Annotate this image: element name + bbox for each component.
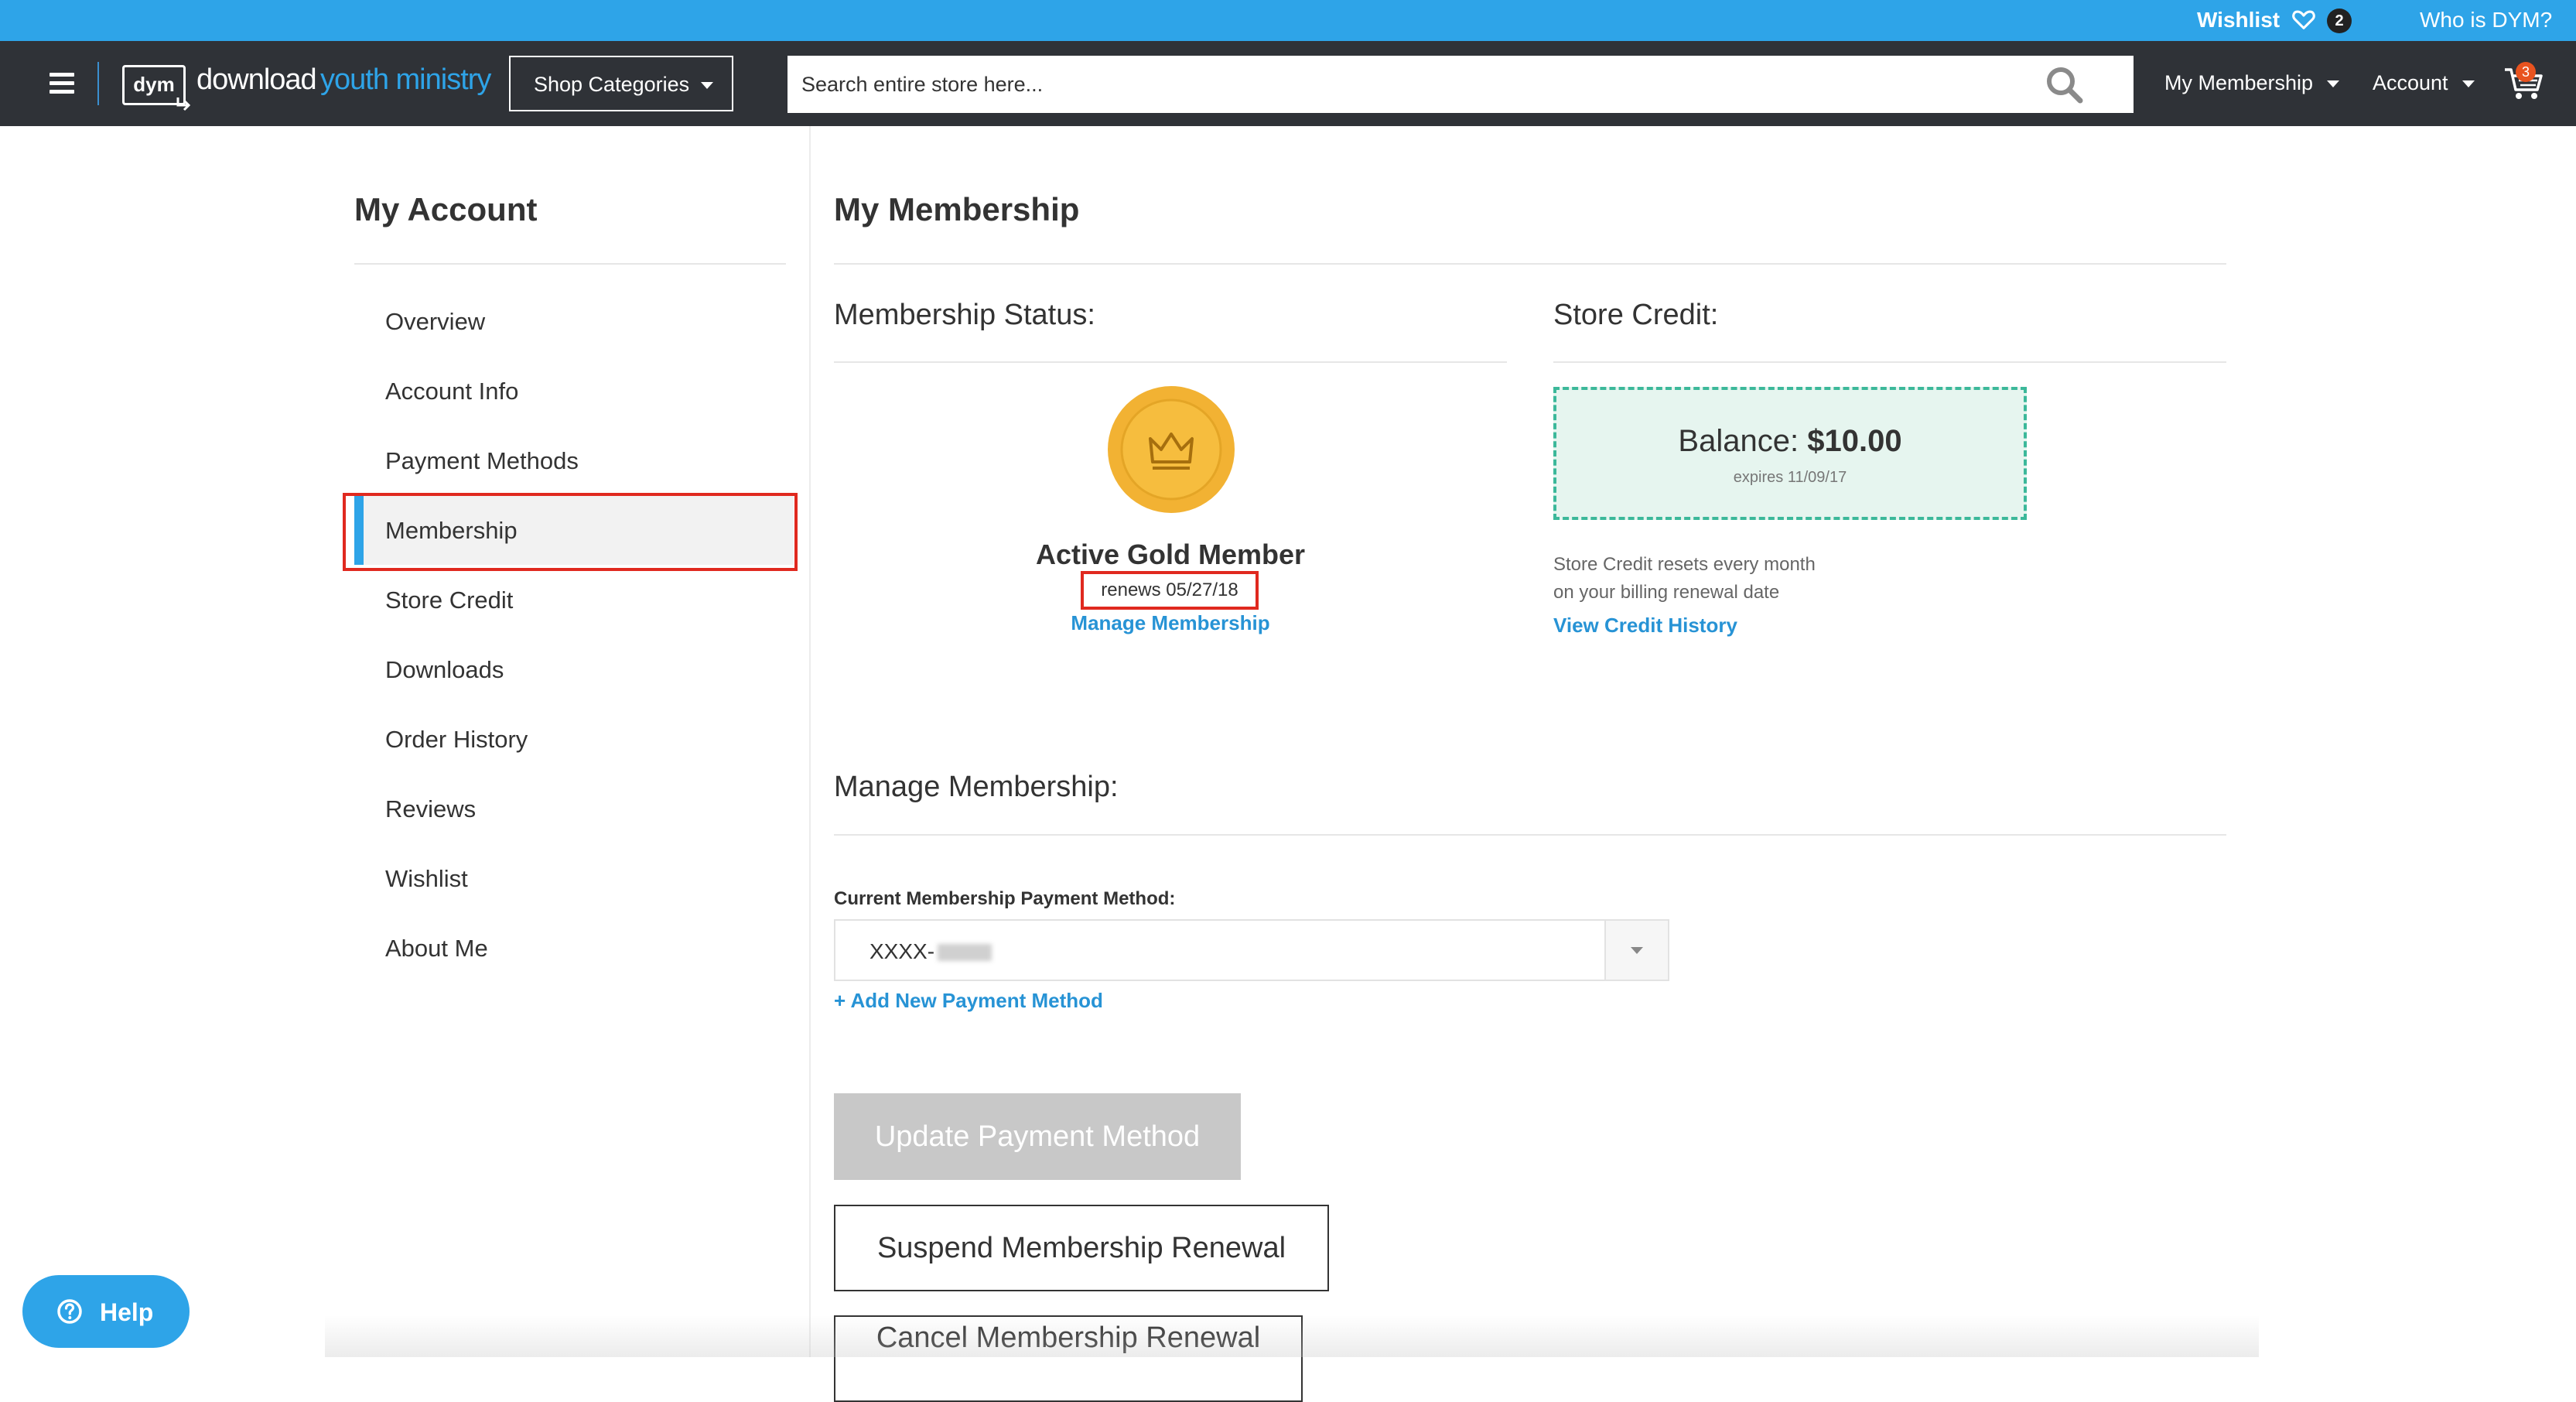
sidebar-item-label: Account Info [385,378,519,405]
shop-categories-button[interactable]: Shop Categories [509,56,733,111]
sidebar-item-label: Downloads [385,656,504,683]
manage-membership-heading: Manage Membership: [834,771,1119,803]
my-membership-label: My Membership [2164,71,2314,94]
help-button[interactable]: Help [22,1275,190,1348]
download-arrow-icon [176,97,191,111]
balance-line: Balance: $10.00 [1556,424,2024,459]
select-toggle[interactable] [1604,921,1668,980]
sidebar-item-overview[interactable]: Overview [354,286,794,356]
payment-method-value: XXXX- [869,939,935,963]
highlight-box-membership [343,493,798,571]
sidebar-item-label: About Me [385,935,488,962]
cart-count-badge: 3 [2516,62,2536,82]
wishlist-link[interactable]: Wishlist [2197,8,2280,32]
sidebar-item-label: Order History [385,726,528,753]
sidebar-item-payment-methods[interactable]: Payment Methods [354,426,794,495]
sidebar-item-about-me[interactable]: About Me [354,913,794,983]
chevron-down-icon [2462,80,2475,88]
shop-categories-label: Shop Categories [534,73,690,96]
sidebar-item-downloads[interactable]: Downloads [354,634,794,704]
sidebar-divider [354,263,786,265]
heart-icon[interactable] [2291,6,2317,32]
payment-method-select[interactable]: XXXX- [834,919,1669,981]
suspend-membership-renewal-button[interactable]: Suspend Membership Renewal [834,1205,1329,1291]
menu-icon[interactable] [50,73,74,94]
sidebar-item-store-credit[interactable]: Store Credit [354,565,794,634]
logo-text-download[interactable]: download [196,63,317,97]
renewal-date: renews 05/27/18 [1081,571,1259,610]
store-credit-heading: Store Credit: [1553,299,1719,331]
membership-status-heading: Membership Status: [834,299,1095,331]
add-payment-method-link[interactable]: + Add New Payment Method [834,989,1103,1013]
my-membership-menu[interactable]: My Membership [2164,71,2340,95]
question-icon [57,1299,82,1324]
chevron-down-icon [701,82,713,89]
membership-status-text: Active Gold Member [1035,539,1306,570]
credit-note-line1: Store Credit resets every month [1553,554,1816,575]
sidebar-title: My Account [354,191,538,227]
payment-method-label: Current Membership Payment Method: [834,888,1176,909]
account-menu[interactable]: Account [2373,71,2475,95]
crown-medal-icon [1108,386,1235,513]
search-icon[interactable] [2045,65,2085,105]
manage-membership-link[interactable]: Manage Membership [1006,611,1335,635]
sidebar-separator [809,126,811,1357]
sidebar-item-reviews[interactable]: Reviews [354,774,794,843]
store-credit-divider [1553,361,2226,363]
sidebar-item-label: Payment Methods [385,447,579,474]
balance-value: $10.00 [1807,424,1902,458]
balance-label: Balance: [1678,424,1799,458]
sidebar-item-label: Store Credit [385,586,514,614]
help-label: Help [100,1298,154,1326]
masked-card-digits [938,944,992,961]
credit-note-line2: on your billing renewal date [1553,582,1780,603]
header-divider [97,62,99,105]
sidebar-item-order-history[interactable]: Order History [354,704,794,774]
sidebar-item-account-info[interactable]: Account Info [354,356,794,426]
sidebar-item-label: Reviews [385,795,477,822]
membership-status-divider [834,361,1507,363]
chevron-down-icon [2327,80,2340,88]
store-credit-balance-box: Balance: $10.00 expires 11/09/17 [1553,387,2027,520]
sidebar-item-label: Overview [385,308,486,335]
top-strip: Wishlist 2 Who is DYM? [0,0,2576,41]
view-credit-history-link[interactable]: View Credit History [1553,614,1737,638]
logo-text-youth-ministry[interactable]: youth ministry [320,63,491,97]
search-input[interactable] [787,56,2134,113]
title-divider [834,263,2226,265]
page-title: My Membership [834,191,1080,227]
chevron-down-icon [1631,947,1643,954]
sidebar-item-wishlist[interactable]: Wishlist [354,843,794,913]
wishlist-count-badge: 2 [2327,9,2352,33]
update-payment-method-button[interactable]: Update Payment Method [834,1093,1241,1180]
sidebar-item-label: Wishlist [385,865,468,892]
credit-expiry: expires 11/09/17 [1733,469,1847,486]
bottom-fade [325,1315,2259,1357]
manage-membership-divider [834,834,2226,836]
who-is-dym-link[interactable]: Who is DYM? [2420,8,2552,32]
account-label: Account [2373,71,2448,94]
